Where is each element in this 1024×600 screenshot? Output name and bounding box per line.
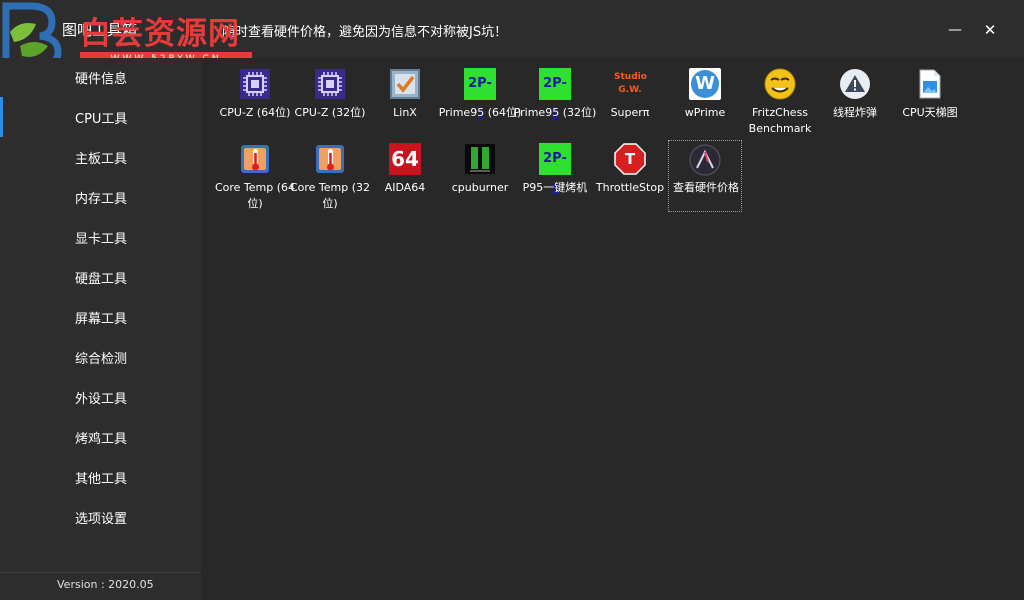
aida64-icon: 64 bbox=[389, 143, 421, 175]
sidebar-item-peripheral-tools[interactable]: 外设工具 bbox=[0, 377, 201, 417]
sidebar-item-memory-tools[interactable]: 内存工具 bbox=[0, 177, 201, 217]
sidebar-item-label: 综合检测 bbox=[75, 352, 128, 367]
sidebar-divider bbox=[0, 572, 201, 573]
tool-p95-stress[interactable]: 2P-1 P95一键烤机 bbox=[518, 137, 592, 209]
tool-linx[interactable]: LinX bbox=[368, 62, 442, 134]
app-title: 图吧工具箱 bbox=[62, 21, 138, 39]
fritz-smiley-icon bbox=[764, 68, 796, 100]
sidebar-item-label: 硬件信息 bbox=[75, 72, 128, 87]
thermometer-icon bbox=[316, 145, 344, 173]
sidebar-item-label: 显卡工具 bbox=[75, 232, 128, 247]
prime95-icon: 2P-1 bbox=[464, 68, 496, 123]
warning-icon bbox=[840, 69, 870, 99]
superpi-icon: Studio G.W. bbox=[614, 72, 647, 95]
cpu-z-chip-icon bbox=[315, 69, 345, 99]
tool-superpi[interactable]: Studio G.W. Superπ bbox=[593, 62, 667, 134]
tool-coretemp-32[interactable]: Core Temp (32位) bbox=[290, 137, 370, 210]
minimize-button[interactable]: — bbox=[943, 18, 967, 42]
wprime-letter: W bbox=[691, 70, 719, 98]
cpuburner-icon bbox=[465, 144, 495, 174]
tool-cpuz-32[interactable]: CPU-Z (32位) bbox=[293, 62, 367, 134]
sidebar-item-label: 烤鸡工具 bbox=[75, 432, 128, 447]
title-bar: 图吧工具箱 随时查看硬件价格，避免因为信息不对称被JS坑！ — ✕ bbox=[0, 0, 1024, 58]
prime95-icon: 2P-1 bbox=[539, 68, 571, 123]
thermometer-icon bbox=[241, 145, 269, 173]
sidebar-item-settings[interactable]: 选项设置 bbox=[0, 497, 201, 537]
sidebar-item-stress-tools[interactable]: 烤鸡工具 bbox=[0, 417, 201, 457]
sidebar-item-motherboard-tools[interactable]: 主板工具 bbox=[0, 137, 201, 177]
sidebar-item-other-tools[interactable]: 其他工具 bbox=[0, 457, 201, 497]
sidebar-item-screen-tools[interactable]: 屏幕工具 bbox=[0, 297, 201, 337]
wprime-icon: W bbox=[689, 68, 721, 100]
throttlestop-letter: T bbox=[624, 150, 636, 168]
tool-throttlestop[interactable]: T ThrottleStop bbox=[593, 137, 667, 209]
sidebar-item-label: 其他工具 bbox=[75, 472, 128, 487]
sidebar-item-label: CPU工具 bbox=[75, 112, 128, 127]
throttlestop-icon: T bbox=[614, 143, 646, 175]
tool-prime95-64[interactable]: 2P-1 Prime95 (64位) bbox=[439, 62, 521, 134]
close-button[interactable]: ✕ bbox=[978, 18, 1002, 42]
tool-prime95-32[interactable]: 2P-1 Prime95 (32位) bbox=[514, 62, 596, 134]
tool-grid: CPU-Z (64位) CPU-Z (32位) LinX 2P-1 Prime9… bbox=[201, 58, 1024, 600]
tool-cpu-ladder[interactable]: CPU天梯图 bbox=[893, 62, 967, 134]
sidebar-item-label: 选项设置 bbox=[75, 512, 128, 527]
sidebar-item-label: 外设工具 bbox=[75, 392, 128, 407]
tool-wprime[interactable]: W wPrime bbox=[668, 62, 742, 134]
tool-cpuz-64[interactable]: CPU-Z (64位) bbox=[218, 62, 292, 134]
prime95-icon: 2P-1 bbox=[539, 143, 571, 198]
version-label: Version : 2020.05 bbox=[57, 578, 154, 591]
sidebar-item-hardware-info[interactable]: 硬件信息 bbox=[0, 57, 201, 97]
tool-aida64[interactable]: 64 AIDA64 bbox=[368, 137, 442, 209]
sidebar-item-label: 屏幕工具 bbox=[75, 312, 128, 327]
tool-coretemp-64[interactable]: Core Temp (64位) bbox=[215, 137, 295, 210]
cpu-z-chip-icon bbox=[240, 69, 270, 99]
sidebar-item-gpu-tools[interactable]: 显卡工具 bbox=[0, 217, 201, 257]
sidebar-item-cpu-tools[interactable]: CPU工具 bbox=[0, 97, 201, 137]
sidebar-item-label: 硬盘工具 bbox=[75, 272, 128, 287]
sidebar-item-disk-tools[interactable]: 硬盘工具 bbox=[0, 257, 201, 297]
sidebar: 硬件信息 CPU工具 主板工具 内存工具 显卡工具 硬盘工具 屏幕工具 综合检测… bbox=[0, 58, 201, 600]
title-tip: 随时查看硬件价格，避免因为信息不对称被JS坑！ bbox=[222, 25, 508, 40]
tool-label: CPU天梯图 bbox=[902, 106, 958, 119]
sidebar-item-label: 内存工具 bbox=[75, 192, 128, 207]
tool-cpuburner[interactable]: cpuburner bbox=[443, 137, 517, 209]
tool-fritzchess[interactable]: FritzChess Benchmark bbox=[743, 62, 817, 135]
tool-label: 查看硬件价格 bbox=[673, 181, 739, 194]
tool-hardware-price[interactable]: 查看硬件价格 bbox=[668, 140, 742, 212]
image-file-icon bbox=[919, 69, 941, 99]
sidebar-item-label: 主板工具 bbox=[75, 152, 128, 167]
sidebar-item-benchmark[interactable]: 综合检测 bbox=[0, 337, 201, 377]
price-gauge-icon bbox=[689, 144, 721, 176]
linx-checkbox-icon bbox=[390, 69, 420, 99]
tool-thread-bomb[interactable]: 线程炸弹 bbox=[818, 62, 892, 134]
